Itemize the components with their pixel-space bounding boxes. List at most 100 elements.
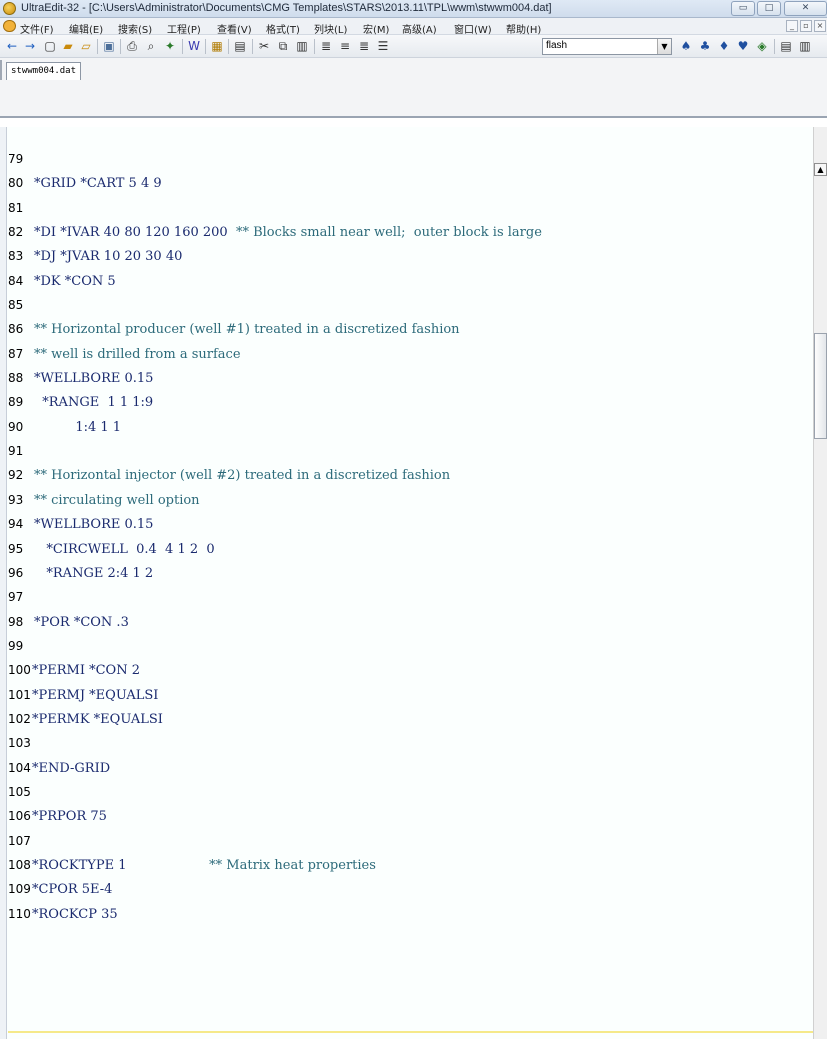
code-line[interactable]: 102*PERMK *EQUALSI [8,707,814,731]
code-line[interactable]: 90 1:4 1 1 [8,415,814,439]
code-line[interactable]: 95 *CIRCWELL 0.4 4 1 2 0 [8,537,814,561]
code-line[interactable]: 86 ** Horizontal producer (well #1) treat… [8,317,814,341]
line-code[interactable]: *CIRCWELL 0.4 4 1 2 0 [34,542,214,557]
new-file-icon[interactable]: ▢ [42,39,58,54]
code-line[interactable]: 104*END-GRID [8,756,814,780]
code-line[interactable]: 107 [8,829,814,853]
copy-icon[interactable]: ⧉ [275,39,291,54]
menu-format[interactable]: 格式(T) [266,21,300,36]
line-code[interactable]: ** circulating well option [34,493,200,508]
line-code[interactable]: ** Horizontal injector (well #2) treated… [34,468,450,483]
menu-edit[interactable]: 编辑(E) [69,21,103,36]
code-line[interactable]: 81 [8,196,814,220]
menu-help[interactable]: 帮助(H) [506,21,541,36]
code-line[interactable]: 110*ROCKCP 35 [8,902,814,926]
line-code[interactable]: *END-GRID [32,761,110,776]
menu-file[interactable]: 文件(F) [20,21,54,36]
line-code[interactable]: ** well is drilled from a surface [34,347,241,362]
code-lines[interactable]: 79 80 *GRID *CART 5 4 9 81 82 *DI *IVAR 40 80… [8,147,814,926]
spell-icon[interactable]: ✦ [162,39,178,54]
minimize-button[interactable]: ▭ [731,1,755,16]
list-icon[interactable]: ▤ [778,39,794,54]
menu-search[interactable]: 搜索(S) [118,21,152,36]
line-code[interactable]: *RANGE 1 1 1:9 [34,395,153,410]
line-code[interactable]: *WELLBORE 0.15 [34,371,153,386]
menu-window[interactable]: 窗口(W) [454,21,492,36]
scroll-thumb[interactable] [814,333,827,439]
replace-icon[interactable]: ♥ [735,39,751,54]
code-line[interactable]: 99 [8,634,814,658]
code-line[interactable]: 92 ** Horizontal injector (well #2) treat… [8,463,814,487]
line-comment[interactable]: ** Blocks small near well; outer block i… [228,225,542,240]
open-folder-icon[interactable]: ▰ [60,39,76,54]
maximize-button[interactable]: □ [757,1,781,16]
forward-arrow-icon[interactable]: → [22,39,38,54]
tab-stwwm004[interactable]: stwwm004.dat [6,62,82,80]
scroll-up-arrow-icon[interactable]: ▲ [814,163,827,176]
line-code[interactable]: *POR *CON .3 [34,615,129,630]
menu-macro[interactable]: 宏(M) [363,21,389,36]
cut-icon[interactable]: ✂ [256,39,272,54]
mdi-minimize-button[interactable]: _ [786,20,798,32]
align-center-icon[interactable]: ≡ [337,39,353,54]
line-code[interactable]: *WELLBORE 0.15 [34,517,153,532]
code-line[interactable]: 109*CPOR 5E-4 [8,877,814,901]
align-right-icon[interactable]: ≣ [356,39,372,54]
code-line[interactable]: 103 [8,731,814,755]
column-icon[interactable]: ▤ [232,39,248,54]
code-line[interactable]: 87 ** well is drilled from a surface [8,342,814,366]
code-line[interactable]: 84 *DK *CON 5 [8,269,814,293]
line-comment[interactable]: ** Matrix heat properties [127,858,376,873]
line-code[interactable]: *PERMK *EQUALSI [32,712,163,727]
code-line[interactable]: 88 *WELLBORE 0.15 [8,366,814,390]
code-line[interactable]: 89 *RANGE 1 1 1:9 [8,390,814,414]
line-code[interactable]: *PERMJ *EQUALSI [32,688,158,703]
mdi-restore-button[interactable]: ▫ [800,20,812,32]
mdi-close-button[interactable]: × [814,20,826,32]
document-icon[interactable] [3,20,16,32]
code-line[interactable]: 100*PERMI *CON 2 [8,658,814,682]
code-line[interactable]: 98 *POR *CON .3 [8,610,814,634]
columns-icon[interactable]: ▥ [797,39,813,54]
line-code[interactable]: *PERMI *CON 2 [32,663,140,678]
search-combo[interactable]: flash ▼ [542,38,672,55]
code-line[interactable]: 83 *DJ *JVAR 10 20 30 40 [8,244,814,268]
paste-icon[interactable]: ▥ [294,39,310,54]
line-code[interactable]: *GRID *CART 5 4 9 [34,176,162,191]
save-icon[interactable]: ▣ [101,39,117,54]
menu-view[interactable]: 查看(V) [217,21,252,36]
hex-icon[interactable]: ▦ [209,39,225,54]
code-line[interactable]: 80 *GRID *CART 5 4 9 [8,171,814,195]
line-code[interactable]: 1:4 1 1 [34,420,121,435]
back-arrow-icon[interactable]: ← [4,39,20,54]
line-code[interactable]: *RANGE 2:4 1 2 [34,566,153,581]
align-left-icon[interactable]: ≣ [318,39,334,54]
print-icon[interactable]: ⎙ [124,39,140,54]
code-line[interactable]: 101*PERMJ *EQUALSI [8,683,814,707]
menu-advanced[interactable]: 高级(A) [402,21,437,36]
ultraedit-app-icon[interactable] [3,2,16,15]
code-line[interactable]: 105 [8,780,814,804]
code-line[interactable]: 85 [8,293,814,317]
find-prev-icon[interactable]: ♦ [716,39,732,54]
print-preview-icon[interactable]: ⌕ [143,39,159,54]
line-code[interactable]: *ROCKTYPE 1 [32,858,127,873]
open-file-icon[interactable]: ▱ [78,39,94,54]
editor-area[interactable]: 79 80 *GRID *CART 5 4 9 81 82 *DI *IVAR 40 80… [0,127,827,1039]
code-line[interactable]: 96 *RANGE 2:4 1 2 [8,561,814,585]
code-line[interactable]: 97 [8,585,814,609]
line-code[interactable]: *PRPOR 75 [32,809,107,824]
menu-column[interactable]: 列块(L) [314,21,347,36]
close-button[interactable]: ✕ [784,1,827,16]
chevron-down-icon[interactable]: ▼ [657,39,671,54]
code-line[interactable]: 106*PRPOR 75 [8,804,814,828]
menu-project[interactable]: 工程(P) [167,21,201,36]
line-code[interactable]: *ROCKCP 35 [32,907,118,922]
find-next-icon[interactable]: ♣ [697,39,713,54]
line-code[interactable]: *DK *CON 5 [34,274,116,289]
line-code[interactable]: *DI *IVAR 40 80 120 160 200 [34,225,228,240]
code-line[interactable]: 93 ** circulating well option [8,488,814,512]
word-wrap-icon[interactable]: W [186,39,202,54]
vertical-scrollbar[interactable]: ▲ [813,127,827,1039]
line-code[interactable]: *DJ *JVAR 10 20 30 40 [34,249,182,264]
